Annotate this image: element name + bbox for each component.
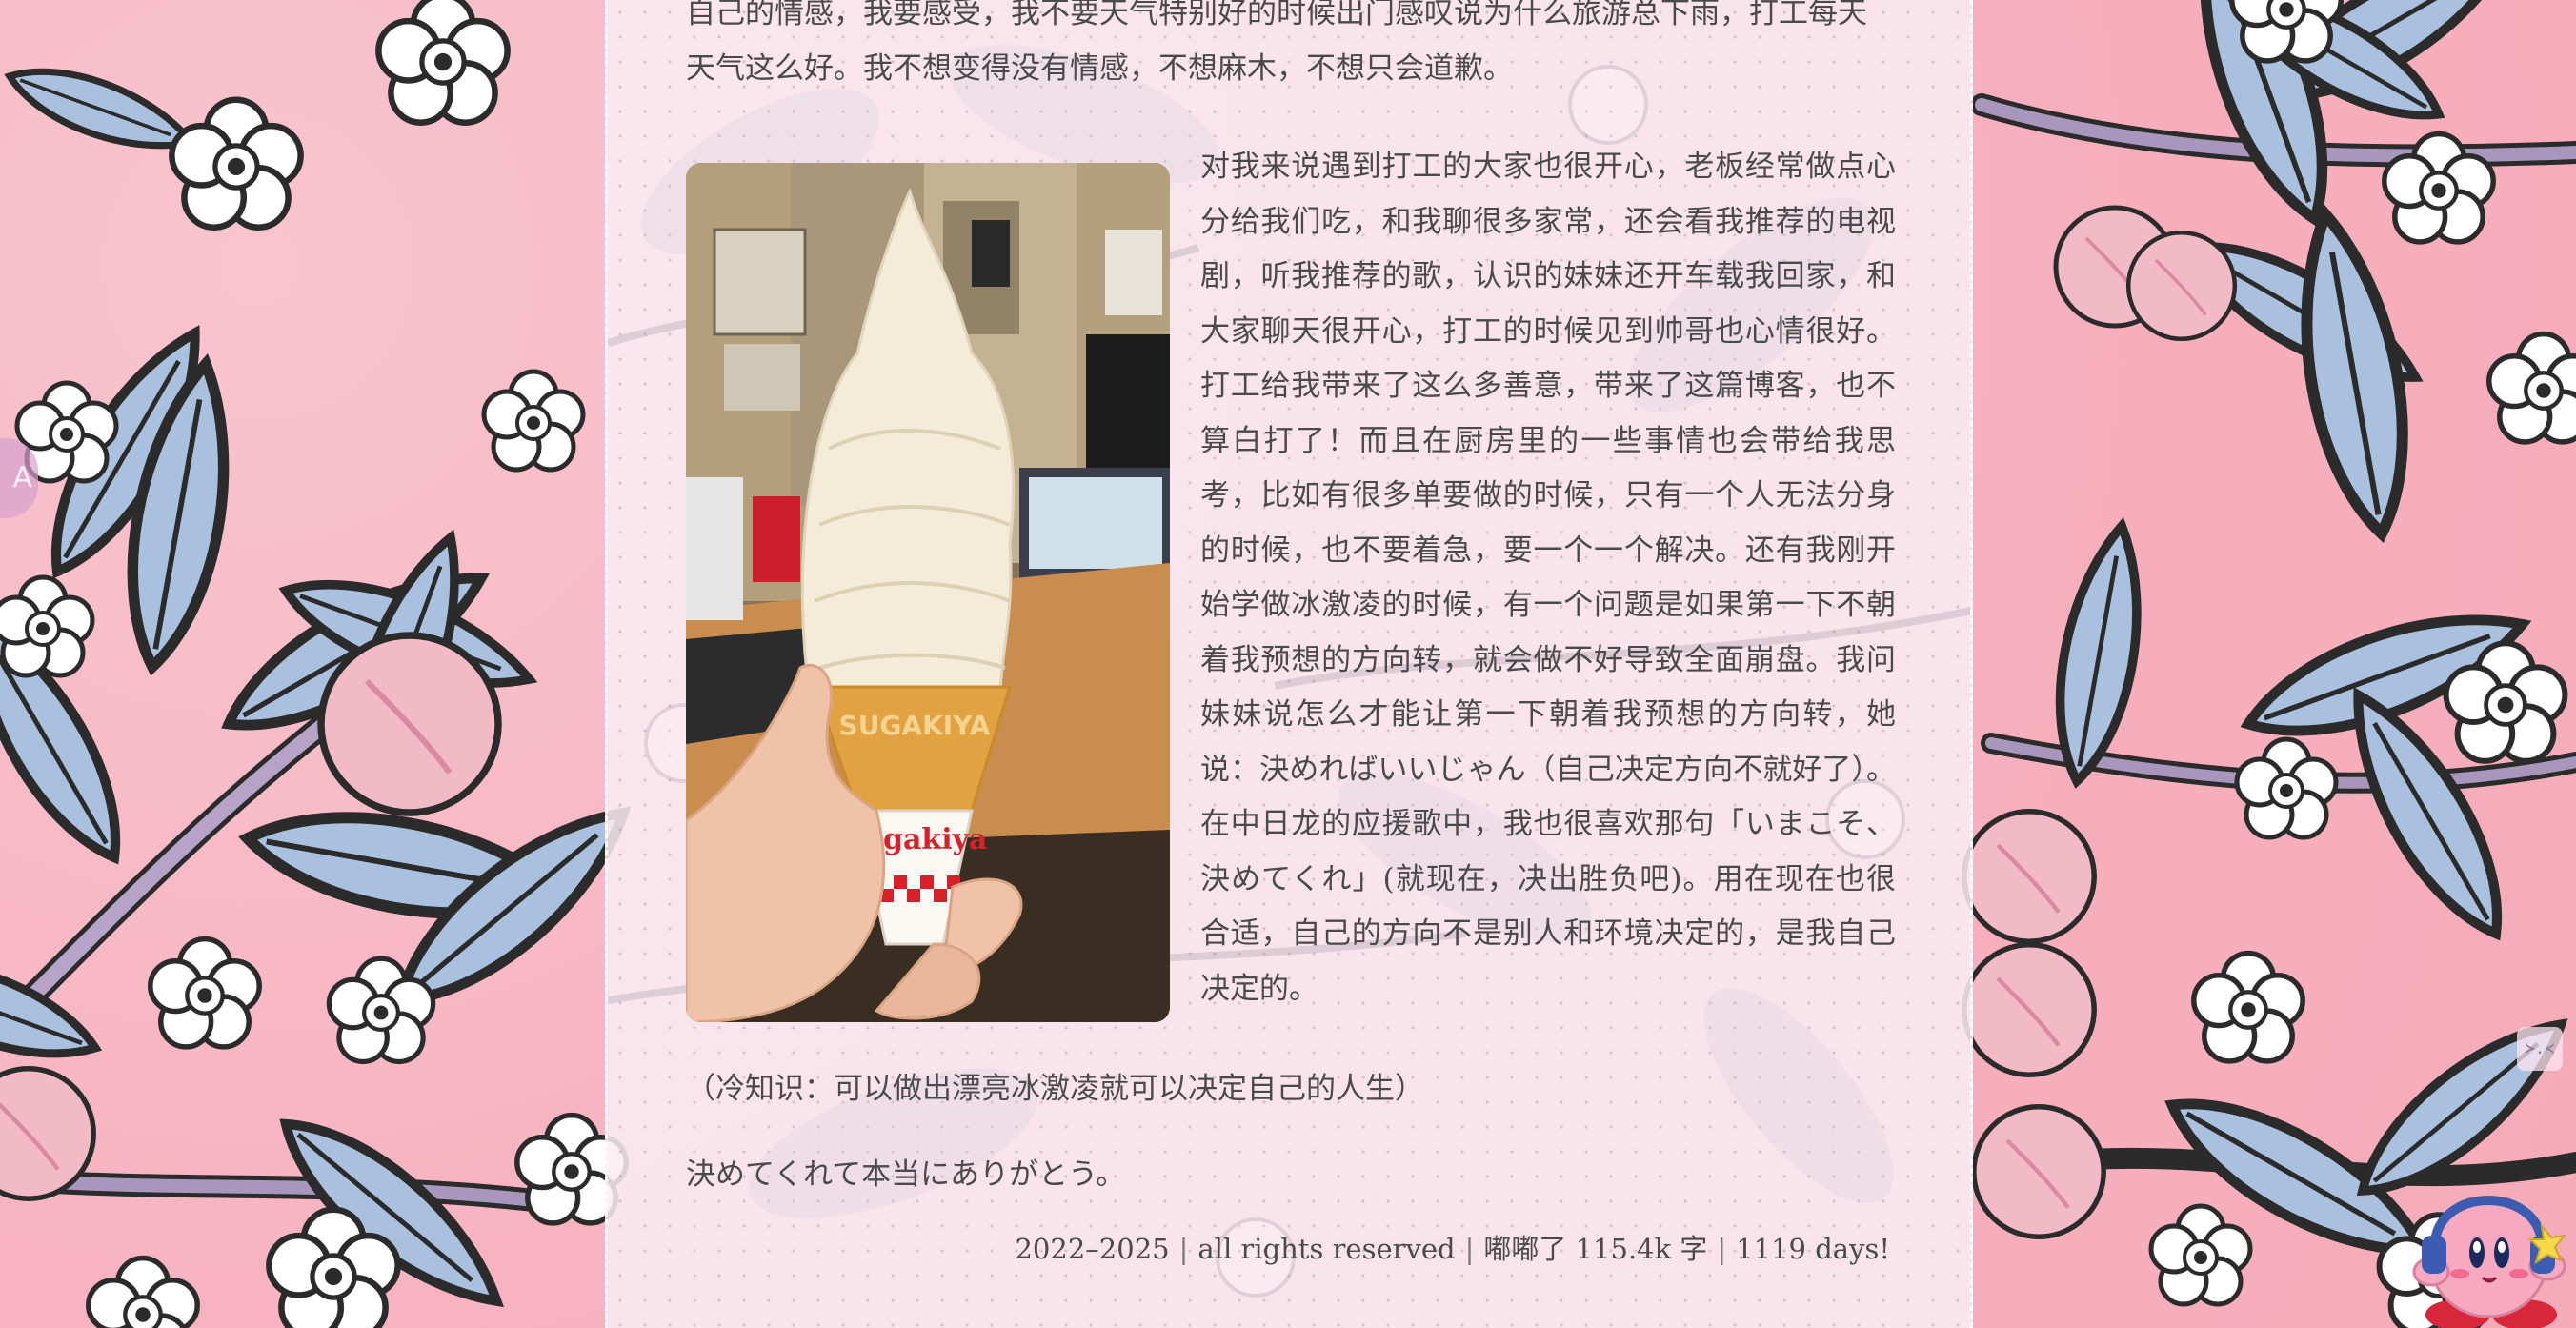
article-paragraph-top: 自己的情感，我要感受，我不要天气特别好的时候出门感叹说为什么旅游总下雨，打工每天… [686, 0, 1867, 86]
ice-cream-photo[interactable]: SUGAKIYA Sugakiya [686, 163, 1170, 1022]
article-paragraph-thanks: 決めてくれて本当にありがとう。 [686, 1157, 1126, 1192]
footer-rights: all rights reserved [1197, 1233, 1456, 1265]
footer-word-count: 嘟嘟了 115.4k 字 [1483, 1233, 1708, 1265]
kirby-with-headphones-icon[interactable] [2401, 1167, 2576, 1328]
photo-text-block: SUGAKIYA Sugakiya 对我来说遇到打工的大家也很开心，老板经常做点… [686, 140, 1896, 1032]
mascot-art [2412, 1196, 2567, 1328]
article-card: 自己的情感，我要感受，我不要天气特别好的时候出门感叹说为什么旅游总下雨，打工每天… [605, 0, 1973, 1328]
emoticon-icon[interactable]: ≻.≺ [2517, 1027, 2563, 1071]
cone-brand-text: SUGAKIYA [839, 710, 991, 741]
footer-days: 1119 days! [1736, 1233, 1890, 1265]
article-content: 自己的情感，我要感受，我不要天气特别好的时候出门感叹说为什么旅游总下雨，打工每天… [686, 0, 1896, 1202]
footer-separator: | [1178, 1233, 1189, 1265]
footer-separator: | [1464, 1233, 1475, 1265]
footer-years: 2022–2025 [1015, 1233, 1170, 1265]
article-paragraph-tip: （冷知识：可以做出漂亮冰激凌就可以决定自己的人生） [686, 1072, 1424, 1106]
footer-separator: | [1717, 1233, 1727, 1265]
site-footer: 2022–2025 | all rights reserved | 嘟嘟了 115.4k… [1015, 1227, 1890, 1267]
ice-cream-photo-art: SUGAKIYA Sugakiya [686, 163, 1170, 1022]
